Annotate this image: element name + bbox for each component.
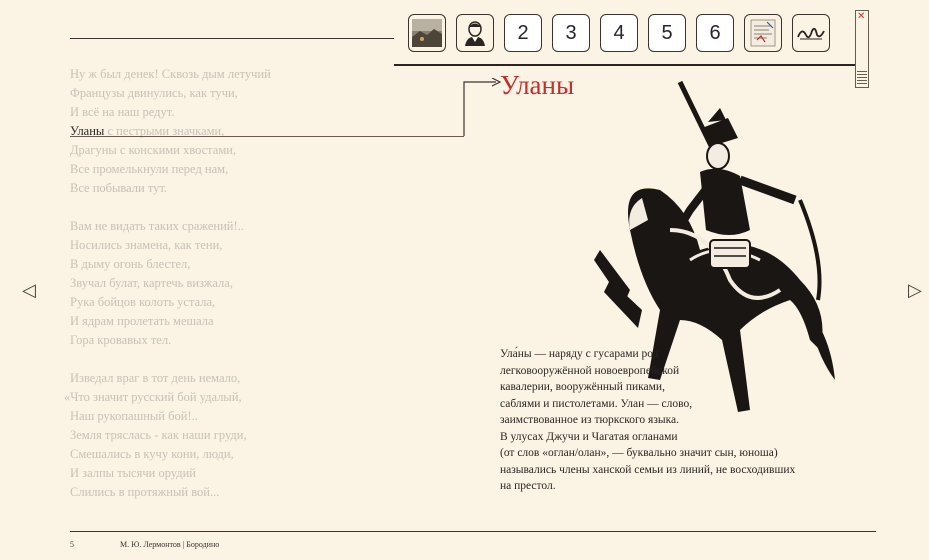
menu-lines-icon: [857, 69, 867, 84]
poem-line: Рука бойцов колоть устала,: [70, 295, 216, 309]
top-rule: [70, 38, 394, 39]
landscape-painting-icon: [412, 19, 442, 47]
toolbar-underline: [394, 64, 856, 66]
poem-line[interactable]: Наш рукопашный бой!..: [70, 407, 271, 426]
definition-line: кавалерии, вооружённый пиками,: [500, 381, 665, 393]
poem-line[interactable]: И залпы тысячи орудий: [70, 464, 271, 483]
stanza-2: Вам не видать таких сражений!.. Носились…: [70, 217, 271, 350]
poem-line[interactable]: Звучал булат, картечь визжала,: [70, 274, 271, 293]
signature-icon: [797, 27, 825, 40]
poem-line: Все промелькнули перед нам,: [70, 162, 229, 176]
page-button-5[interactable]: 5: [648, 14, 686, 52]
poem-line: В дыму огонь блестел,: [70, 257, 191, 271]
poem-line: Все побывали тут.: [70, 181, 168, 195]
next-page-arrow-icon[interactable]: ▷: [908, 280, 922, 301]
definition-line: Ула́ны — наряду с гусарами род: [500, 348, 659, 360]
page-number: 5: [70, 540, 74, 549]
footer: 5 М. Ю. Лермонтов | Бородино: [70, 540, 219, 549]
page-button-6[interactable]: 6: [696, 14, 734, 52]
portrait-icon: [465, 21, 485, 46]
definition-line: саблями и пистолетами. Улан — слово,: [500, 397, 693, 410]
poem-line: И всё на наш редут.: [70, 105, 175, 119]
prev-page-arrow-icon[interactable]: ◁: [22, 280, 36, 301]
glossary-definition: Ула́ны — наряду с гусарами род легковоор…: [500, 346, 820, 495]
definition-line: на престол.: [500, 480, 556, 492]
poem-line: Ну ж был денек! Сквозь дым летучий: [70, 67, 271, 81]
manuscript-button[interactable]: [744, 14, 782, 52]
poem-line: Слились в протяжный вой...: [70, 485, 220, 499]
poem-line-highlighted: Уланы с пестрыми значками,: [70, 122, 271, 141]
definition-line: (от слов «оглан/олан», — буквально значи…: [500, 447, 778, 459]
author-title: М. Ю. Лермонтов | Бородино: [120, 540, 220, 549]
manuscript-icon: [750, 19, 776, 47]
poem-line: Вам не видать таких сражений!..: [70, 219, 244, 233]
poem-line[interactable]: Драгуны с конскими хвостами,: [70, 141, 271, 160]
toolbar: 2 3 4 5 6: [408, 14, 830, 52]
definition-line: легковооружённой новоевропейской: [500, 364, 680, 377]
page-button-2[interactable]: 2: [504, 14, 542, 52]
portrait-button[interactable]: [456, 14, 494, 52]
stanza-3: Изведал враг в тот день немало, «Что зна…: [64, 369, 271, 502]
poem-line: «Что значит русский бой удалый,: [64, 390, 242, 404]
poem-text: Ну ж был денек! Сквозь дым летучий Франц…: [64, 65, 271, 521]
glossary-headword: Уланы: [500, 70, 575, 100]
page-button-4[interactable]: 4: [600, 14, 638, 52]
poem-line: Гора кровавых тел.: [70, 333, 172, 347]
poem-line: Земля тряслась - как наши груди,: [70, 428, 247, 442]
highlight-underline: [70, 136, 464, 137]
landscape-painting-button[interactable]: [408, 14, 446, 52]
side-tab[interactable]: ✕: [855, 10, 869, 88]
poem-line: Смешались в кучу кони, люди,: [70, 447, 234, 461]
signature-button[interactable]: [792, 14, 830, 52]
footer-rule: [70, 531, 876, 532]
poem-line: Французы двинулись, как тучи,: [70, 86, 238, 100]
poem-line: Изведал враг в тот день немало,: [70, 371, 241, 385]
definition-line: назывались члены ханской семьи из линий,…: [500, 463, 796, 476]
poem-line[interactable]: Носились знамена, как тени,: [70, 236, 271, 255]
poem-line: И ядрам пролетать мешала: [70, 314, 214, 328]
definition-line: заимствованное из тюркского языка.: [500, 414, 679, 426]
close-icon[interactable]: ✕: [857, 11, 865, 22]
page-button-3[interactable]: 3: [552, 14, 590, 52]
stanza-1: Ну ж был денек! Сквозь дым летучий Франц…: [70, 65, 271, 198]
connector-arrow-icon: [463, 78, 502, 136]
definition-line: В улусах Джучи и Чагатая огланами: [500, 430, 678, 443]
